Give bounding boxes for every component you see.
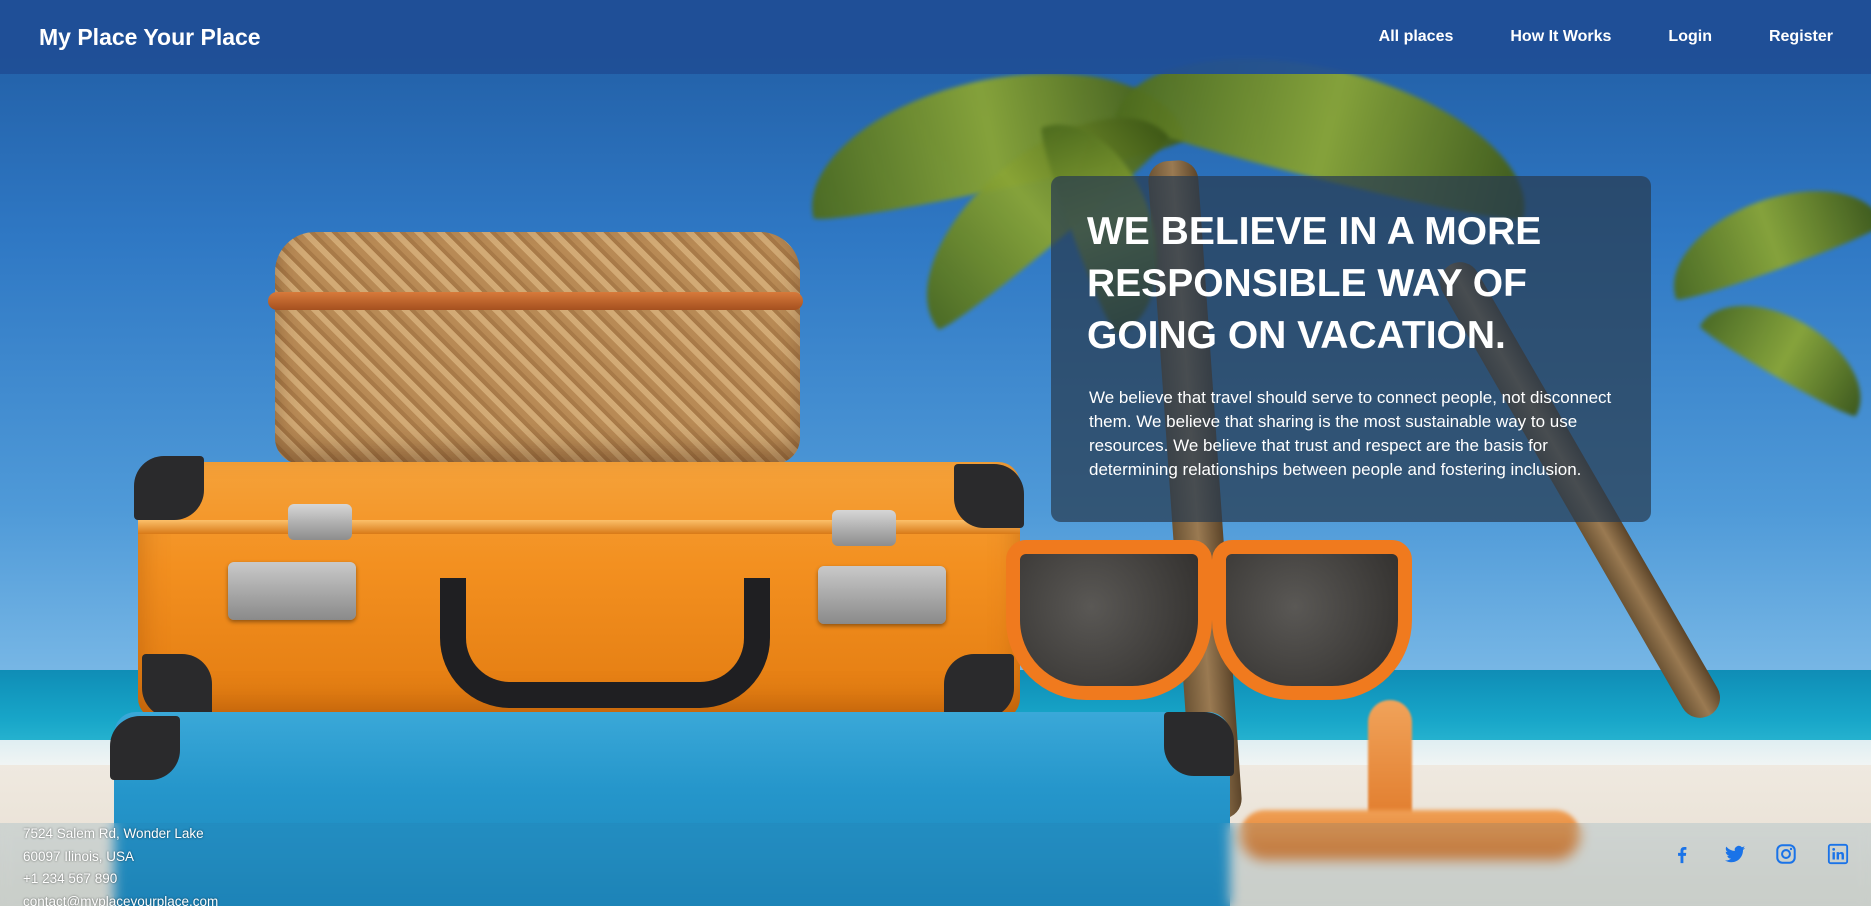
suitcase-corner bbox=[944, 654, 1014, 718]
email-address[interactable]: contact@myplaceyourplace.com bbox=[23, 891, 218, 906]
brand-logo[interactable]: My Place Your Place bbox=[39, 24, 261, 51]
suitcase-corner bbox=[1164, 712, 1234, 776]
wicker-strap bbox=[268, 292, 803, 310]
sunglasses-lens bbox=[1006, 540, 1212, 700]
address-line-2: 60097 Ilinois, USA bbox=[23, 848, 135, 864]
latch bbox=[818, 566, 946, 624]
suitcase-corner bbox=[954, 464, 1024, 528]
suitcase-corner bbox=[110, 716, 180, 780]
nav-register[interactable]: Register bbox=[1769, 28, 1833, 46]
hero-body: We believe that travel should serve to c… bbox=[1089, 388, 1612, 479]
linkedin-icon[interactable] bbox=[1827, 843, 1849, 865]
twitter-icon[interactable] bbox=[1723, 843, 1746, 865]
address-line-1: 7524 Salem Rd, Wonder Lake bbox=[23, 826, 204, 841]
contact-info: 7524 Salem Rd, Wonder Lake 60097 Ilinois… bbox=[23, 823, 218, 906]
hero-card: WE BELIEVE IN A MORE RESPONSIBLE WAY OF … bbox=[1051, 176, 1651, 522]
nav-login[interactable]: Login bbox=[1668, 28, 1712, 46]
facebook-icon[interactable] bbox=[1671, 843, 1693, 865]
social-links bbox=[1671, 843, 1849, 865]
nav-all-places[interactable]: All places bbox=[1379, 28, 1454, 46]
nav-how-it-works[interactable]: How It Works bbox=[1510, 28, 1611, 46]
instagram-icon[interactable] bbox=[1775, 843, 1797, 865]
footer-backdrop bbox=[0, 823, 1871, 906]
phone-number: +1 234 567 890 bbox=[23, 871, 118, 886]
latch bbox=[832, 510, 896, 546]
wicker-case bbox=[275, 232, 800, 464]
footer: 7524 Salem Rd, Wonder Lake 60097 Ilinois… bbox=[0, 823, 1871, 906]
latch bbox=[228, 562, 356, 620]
suitcase-corner bbox=[142, 654, 212, 718]
sunglasses-lens bbox=[1212, 540, 1412, 700]
suitcase-handle bbox=[440, 578, 770, 708]
suitcase-corner bbox=[134, 456, 204, 520]
main-nav: All places How It Works Login Register bbox=[1322, 28, 1833, 46]
hero-title: WE BELIEVE IN A MORE RESPONSIBLE WAY OF … bbox=[1087, 210, 1542, 357]
top-navbar: My Place Your Place All places How It Wo… bbox=[0, 0, 1871, 74]
latch bbox=[288, 504, 352, 540]
